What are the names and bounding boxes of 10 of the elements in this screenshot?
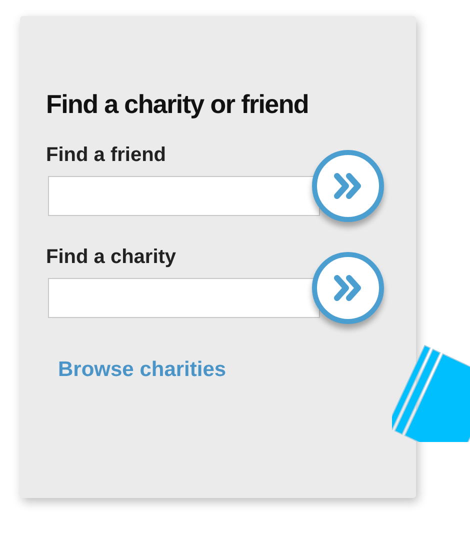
go-button[interactable]: [312, 252, 384, 324]
search-field[interactable]: [48, 278, 320, 318]
double-chevron-icon: [333, 172, 363, 200]
widget-title: Find a charity or friend: [46, 88, 310, 120]
go-button[interactable]: [312, 150, 384, 222]
double-chevron-icon: [333, 274, 363, 302]
field-label: Find a friend: [46, 143, 167, 168]
field-label: Find a charity: [46, 245, 178, 270]
browse-link[interactable]: Browse charities: [58, 354, 390, 386]
search-field[interactable]: [48, 176, 320, 216]
